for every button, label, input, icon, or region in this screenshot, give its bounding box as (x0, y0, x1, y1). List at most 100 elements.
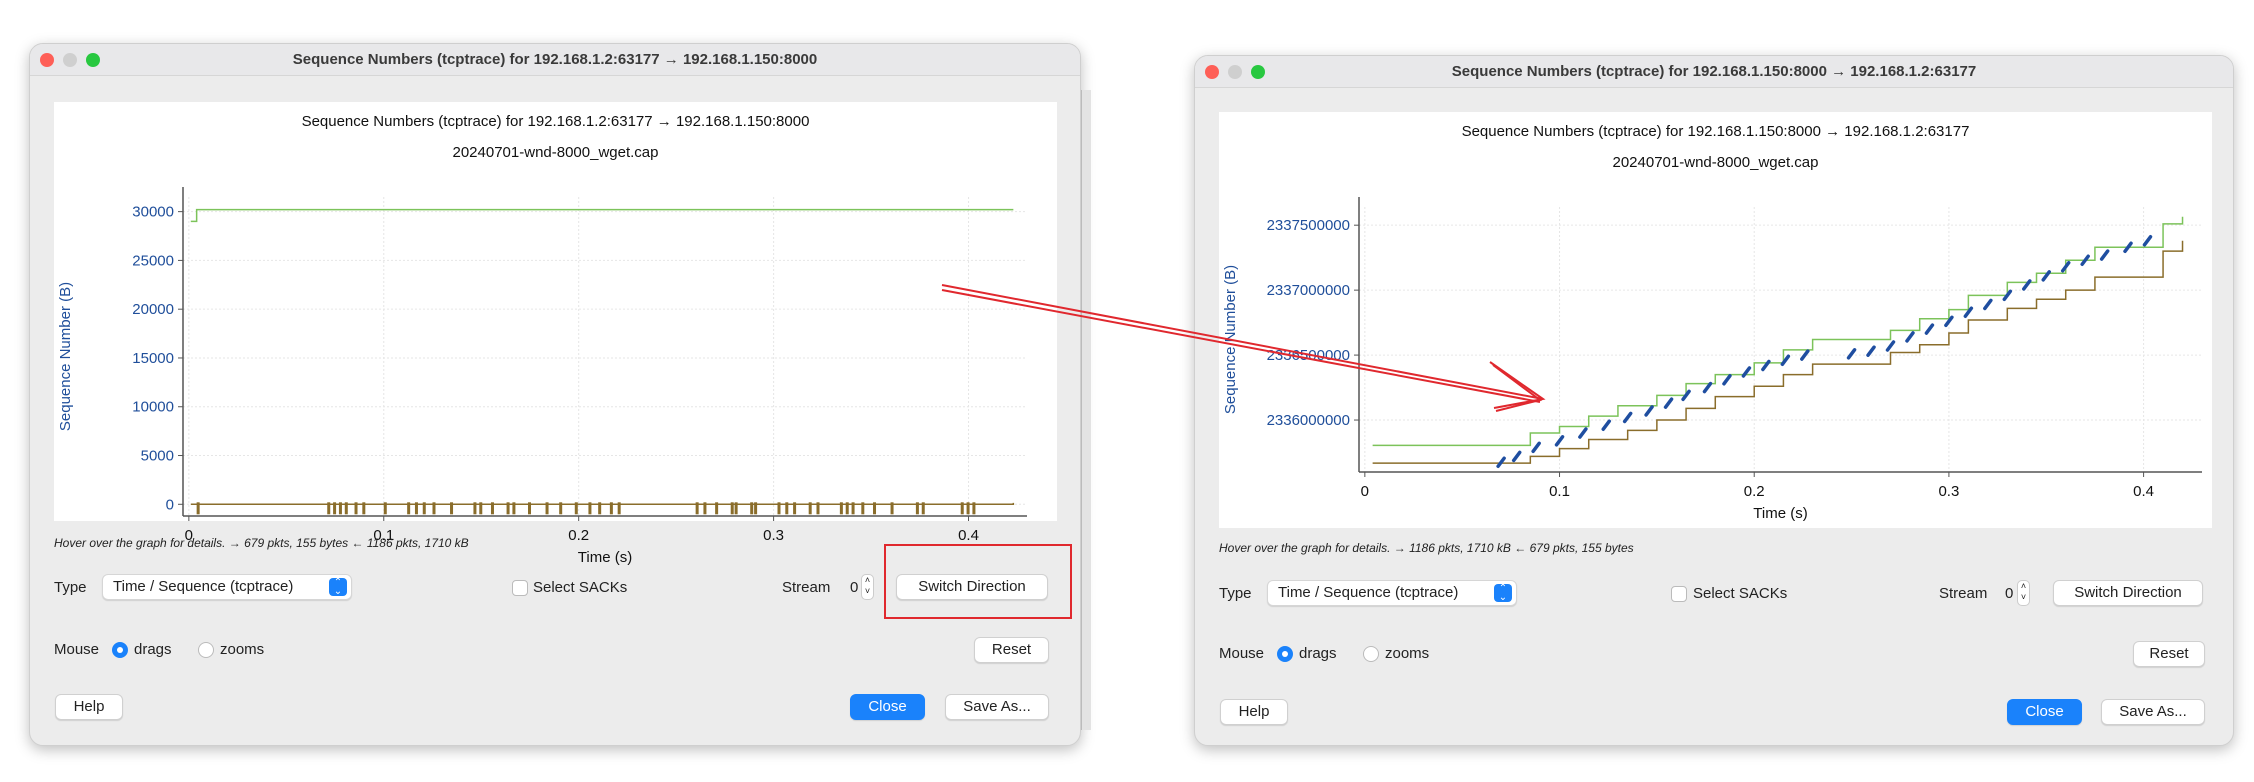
stream-value[interactable]: 0 (2005, 585, 2013, 602)
segment-mark (695, 502, 699, 515)
y-tick-label: 2337500000 (1267, 217, 1350, 234)
hover-hint: Hover over the graph for details. → 679 … (54, 536, 469, 550)
sequence-chart-right[interactable]: 0 0.1 0.2 0.3 0.4 2336000000 2336500000 2337000… (1219, 112, 2212, 528)
receive-window-line (190, 208, 1014, 223)
type-label: Type (1219, 585, 1252, 602)
graph-area[interactable]: Sequence Numbers (tcptrace) for 192.168.… (54, 102, 1057, 566)
mouse-zooms-label: zooms (220, 641, 265, 658)
mouse-drags-label: drags (1299, 645, 1337, 662)
select-sacks-label: Select SACKs (1693, 585, 1788, 602)
segment-mark (473, 502, 477, 515)
stream-label: Stream (1939, 585, 1988, 602)
select-sacks-checkbox[interactable] (512, 580, 528, 596)
segment-mark (2142, 235, 2153, 247)
segment-mark (327, 502, 331, 515)
graph-area[interactable]: Sequence Numbers (tcptrace) for 192.168.… (1219, 112, 2212, 528)
y-tick-label: 10000 (132, 399, 174, 416)
segment-mark (1681, 389, 1691, 402)
segment-mark (777, 502, 781, 515)
segment-mark (506, 502, 510, 515)
help-button[interactable]: Help (1220, 699, 1288, 725)
x-tick-label: 0.4 (958, 527, 979, 544)
y-tick-label: 30000 (132, 204, 174, 221)
mouse-zooms-radio[interactable] (1363, 646, 1379, 662)
y-tick-label: 2337000000 (1267, 282, 1350, 299)
mouse-zooms-radio[interactable] (198, 642, 214, 658)
segment-mark (1983, 298, 1993, 311)
segment-mark (960, 502, 964, 515)
segment-mark (1496, 456, 1506, 469)
minimize-window-button[interactable] (1228, 65, 1242, 79)
segment-mark (2060, 261, 2071, 273)
mouse-drags-label: drags (134, 641, 172, 658)
reset-button[interactable]: Reset (974, 637, 1049, 663)
segment-mark (407, 502, 411, 515)
segment-mark (1644, 405, 1654, 417)
y-tick-label: 2336000000 (1267, 412, 1350, 429)
select-sacks-checkbox[interactable] (1671, 586, 1687, 602)
segment-mark (362, 502, 366, 515)
y-axis-label: Sequence Number (B) (57, 282, 74, 431)
segment-mark (808, 502, 812, 515)
select-sacks-label: Select SACKs (533, 579, 628, 596)
type-select[interactable]: Time / Sequence (tcptrace) ⌃ ⌄ (102, 574, 352, 600)
save-as-button[interactable]: Save As... (945, 694, 1049, 720)
mouse-drags-radio[interactable] (1277, 646, 1293, 662)
stream-stepper[interactable]: ˄ ˅ (2017, 580, 2030, 606)
window-title: Sequence Numbers (tcptrace) for 192.168.… (1195, 56, 2233, 88)
segment-mark (617, 502, 621, 515)
segment-mark (1722, 374, 1732, 386)
zoom-window-button[interactable] (1251, 65, 1265, 79)
segment-mark (734, 502, 738, 515)
segment-mark (966, 502, 970, 515)
minimize-window-button[interactable] (63, 53, 77, 67)
ack-line (1372, 240, 2184, 464)
segment-mark (2099, 249, 2110, 261)
close-window-button[interactable] (1205, 65, 1219, 79)
save-as-button[interactable]: Save As... (2101, 699, 2205, 725)
reset-button[interactable]: Reset (2133, 641, 2205, 667)
segment-mark (422, 502, 426, 515)
segment-mark (839, 502, 843, 515)
segment-mark (344, 502, 348, 515)
up-down-chevron-icon: ⌃ ⌄ (329, 578, 347, 597)
close-window-button[interactable] (40, 53, 54, 67)
type-label: Type (54, 579, 87, 596)
type-select-value: Time / Sequence (tcptrace) (1278, 584, 1459, 601)
switch-direction-button[interactable]: Switch Direction (896, 574, 1048, 600)
sequence-chart-left[interactable]: 0 0.1 0.2 0.3 0.4050001000015000200002500030… (54, 102, 1057, 566)
type-select-value: Time / Sequence (tcptrace) (113, 578, 294, 595)
segment-mark (479, 502, 483, 515)
y-tick-label: 25000 (132, 252, 174, 269)
type-select[interactable]: Time / Sequence (tcptrace) ⌃ ⌄ (1267, 580, 1517, 606)
segment-mark (450, 502, 454, 515)
segment-mark (873, 502, 877, 515)
segment-mark (588, 502, 592, 515)
close-button[interactable]: Close (850, 694, 925, 720)
segment-mark (383, 502, 387, 515)
segment-mark (333, 502, 337, 515)
segment-mark (861, 502, 865, 515)
segment-mark (754, 502, 758, 515)
segment-mark (1663, 397, 1674, 409)
segment-mark (2123, 241, 2133, 254)
mouse-drags-radio[interactable] (112, 642, 128, 658)
help-button[interactable]: Help (55, 694, 123, 720)
stream-value[interactable]: 0 (850, 579, 858, 596)
close-button[interactable]: Close (2007, 699, 2082, 725)
zoom-window-button[interactable] (86, 53, 100, 67)
switch-direction-button[interactable]: Switch Direction (2053, 580, 2203, 606)
right-graph-window: Sequence Numbers (tcptrace) for 192.168.… (1194, 55, 2234, 746)
left-graph-window: Sequence Numbers (tcptrace) for 192.168.… (29, 43, 1081, 746)
segment-mark (1800, 349, 1810, 361)
y-axis-label: Sequence Number (B) (1222, 265, 1239, 414)
segment-mark (793, 502, 797, 515)
segment-mark (1905, 331, 1915, 343)
x-tick-label: 0.2 (1744, 483, 1765, 500)
segment-mark (715, 502, 719, 515)
segment-mark (750, 502, 754, 515)
segment-mark (2080, 254, 2090, 267)
segment-mark (414, 502, 418, 515)
stream-stepper[interactable]: ˄ ˅ (861, 574, 874, 600)
segment-mark (609, 502, 613, 515)
